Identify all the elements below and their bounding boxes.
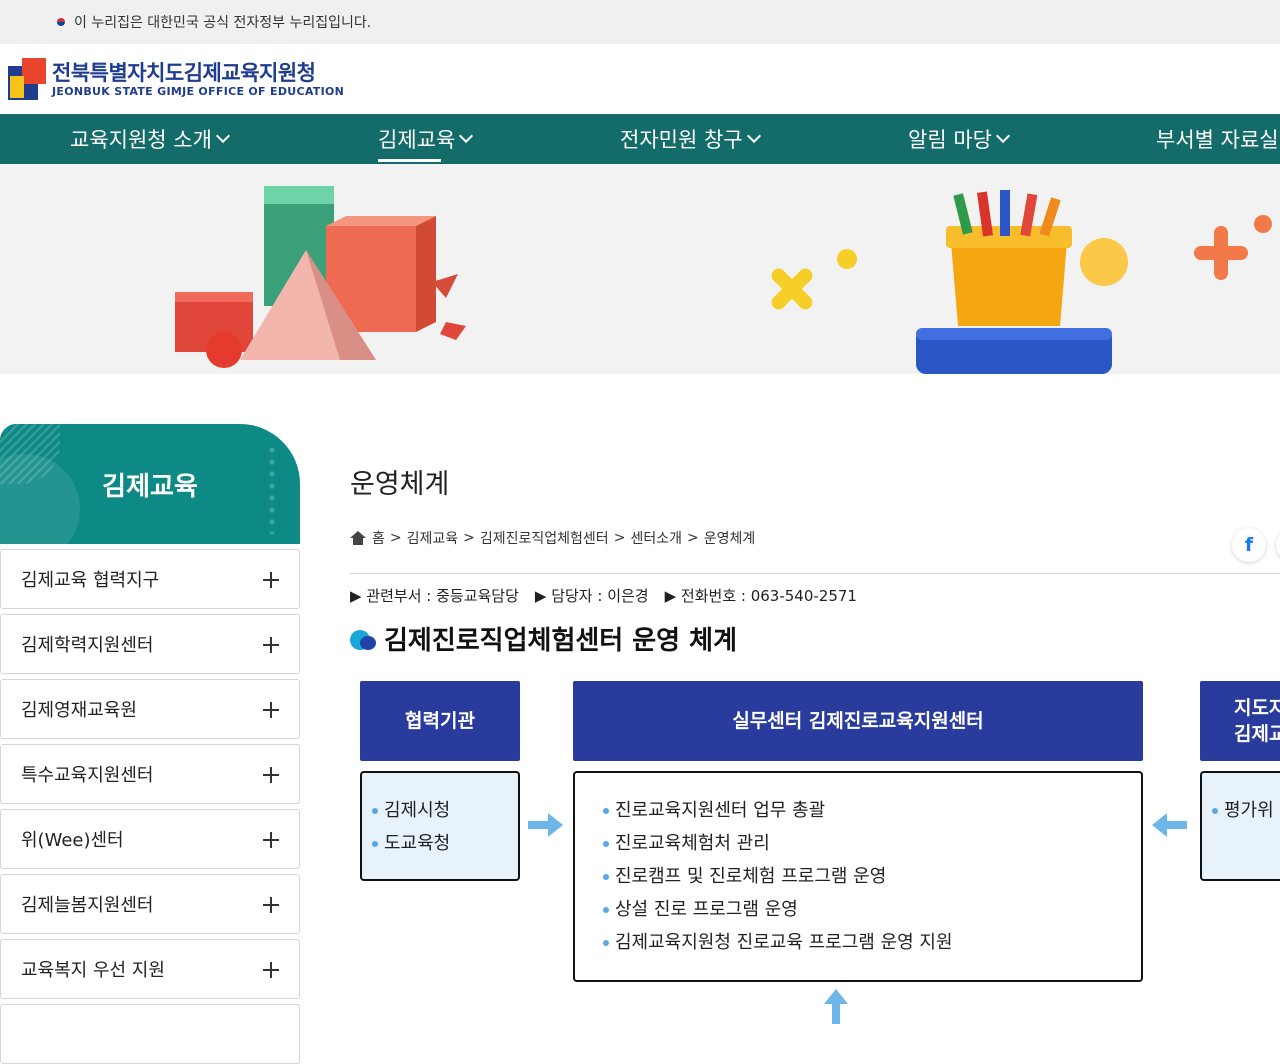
org-right-title-line2: 김제교 [1234, 723, 1280, 745]
org-left-item: 도교육청 [362, 827, 518, 860]
hero-illustration [175, 186, 1272, 374]
sidebar-item-special-education[interactable]: 특수교육지원센터 [0, 744, 300, 804]
org-center-item: 상설 진로 프로그램 운영 [593, 893, 1141, 926]
divider [350, 573, 1280, 574]
org-left-header: 협력기관 [360, 681, 520, 761]
gnb-item-civil-service[interactable]: 전자민원 창구 [620, 114, 761, 164]
hero-banner [0, 164, 1280, 374]
gnb-item-about[interactable]: 교육지원청 소개 [70, 114, 230, 164]
plus-icon[interactable] [263, 897, 279, 913]
facebook-icon: f [1244, 534, 1254, 556]
sidebar-title: 김제교육 [102, 471, 198, 502]
plus-icon[interactable] [263, 637, 279, 653]
org-right-title-line1: 지도자 [1234, 697, 1280, 719]
sidebar-item-label: 김제영재교육원 [21, 700, 137, 721]
meta-person: ▶ 담당자 : 이은경 [534, 587, 649, 605]
arrow-left-icon [1152, 813, 1187, 837]
gnb-label: 교육지원청 소개 [70, 128, 212, 152]
breadcrumb-item[interactable]: 센터소개 [630, 528, 682, 548]
arrow-up-icon [824, 989, 848, 1024]
org-center-header: 실무센터 김제진로교육지원센터 [573, 681, 1143, 761]
breadcrumb-separator: > [613, 530, 626, 546]
org-center-box: 진로교육지원센터 업무 총괄 진로교육체험처 관리 진로캠프 및 진로체험 프로… [573, 771, 1143, 982]
plus-icon[interactable] [263, 832, 279, 848]
site-logo[interactable]: 전북특별자치도김제교육지원청 JEONBUK STATE GIMJE OFFIC… [8, 58, 344, 100]
org-left-title: 협력기관 [405, 710, 475, 732]
arrow-right-icon [528, 813, 563, 837]
org-right-box: 평가위 [1200, 771, 1280, 881]
logo-emblem-icon [8, 58, 46, 100]
org-center-item: 진로교육체험처 관리 [593, 827, 1141, 860]
breadcrumb-item[interactable]: 김제진로직업체험센터 [480, 528, 609, 548]
gnb-label: 알림 마당 [908, 128, 992, 152]
gov-banner: 이 누리집은 대한민국 공식 전자정부 누리집입니다. [0, 0, 1280, 44]
site-header: 전북특별자치도김제교육지원청 JEONBUK STATE GIMJE OFFIC… [0, 44, 1280, 114]
meta-dept: ▶ 관련부서 : 중등교육담당 [350, 587, 519, 605]
section-title-text: 김제진로직업체험센터 운영 체계 [384, 626, 737, 656]
sidebar-item-label: 김제교육 협력지구 [21, 570, 160, 591]
gnb-label: 김제교육 [378, 128, 456, 152]
breadcrumb-separator: > [389, 530, 402, 546]
org-left-item: 김제시청 [362, 794, 518, 827]
gov-banner-text: 이 누리집은 대한민국 공식 전자정부 누리집입니다. [74, 15, 372, 31]
page-title: 운영체계 [350, 469, 450, 500]
plus-icon[interactable] [263, 962, 279, 978]
sidebar-item-welfare-support[interactable]: 교육복지 우선 지원 [0, 939, 300, 999]
breadcrumb-separator: > [463, 530, 475, 546]
gnb-label: 부서별 자료실 [1156, 128, 1279, 152]
plus-icon[interactable] [263, 702, 279, 718]
org-left-box: 김제시청 도교육청 [360, 771, 520, 881]
sidebar-item-label: 김제학력지원센터 [21, 635, 154, 656]
section-title: 김제진로직업체험센터 운영 체계 [350, 620, 737, 657]
sidebar-item-label: 김제늘봄지원센터 [21, 895, 154, 916]
breadcrumb-item[interactable]: 홈 [372, 528, 385, 548]
logo-name-ko: 전북특별자치도김제교육지원청 [52, 60, 316, 85]
org-right-header: 지도자 김제교 [1200, 681, 1280, 761]
sidebar-header: 김제교육 [0, 424, 300, 544]
org-right-item: 평가위 [1202, 794, 1280, 827]
sidebar-item-label: 교육복지 우선 지원 [21, 960, 165, 981]
gnb-label: 전자민원 창구 [620, 128, 743, 152]
chevron-down-icon [995, 128, 1011, 144]
gnb-item-dept-archive[interactable]: 부서별 자료실 [1156, 114, 1279, 164]
home-icon[interactable] [350, 531, 366, 545]
breadcrumb: 홈 > 김제교육 > 김제진로직업체험센터 > 센터소개 > 운영체계 [350, 528, 760, 548]
breadcrumb-separator: > [686, 530, 699, 546]
facebook-share-button[interactable]: f [1232, 528, 1266, 562]
section-bullet-icon [350, 628, 376, 650]
share-button[interactable] [1276, 528, 1280, 562]
main-navigation: 교육지원청 소개 김제교육 전자민원 창구 알림 마당 부서별 자료실 [0, 114, 1280, 164]
gnb-item-notice[interactable]: 알림 마당 [908, 114, 1011, 164]
korea-flag-icon [52, 16, 70, 28]
meta-phone: ▶ 전화번호 : 063-540-2571 [664, 587, 857, 605]
breadcrumb-item[interactable]: 김제교육 [407, 528, 459, 548]
sidebar-item-cooperation-district[interactable]: 김제교육 협력지구 [0, 549, 300, 609]
chevron-down-icon [215, 128, 230, 144]
sidebar-item-academic-center[interactable]: 김제학력지원센터 [0, 614, 300, 674]
sidebar-item-gifted-education[interactable]: 김제영재교육원 [0, 679, 300, 739]
chevron-down-icon [459, 128, 474, 144]
plus-icon[interactable] [263, 767, 279, 783]
org-center-item: 김제교육지원청 진로교육 프로그램 운영 지원 [593, 926, 1141, 959]
page-meta: ▶ 관련부서 : 중등교육담당 ▶ 담당자 : 이은경 ▶ 전화번호 : 063… [350, 585, 873, 606]
sidebar-item-label: 특수교육지원센터 [21, 765, 154, 786]
org-center-item: 진로교육지원센터 업무 총괄 [593, 794, 1141, 827]
sidebar-item-wee-center[interactable]: 위(Wee)센터 [0, 809, 300, 869]
org-center-item: 진로캠프 및 진로체험 프로그램 운영 [593, 860, 1141, 893]
org-center-title: 실무센터 김제진로교육지원센터 [732, 710, 984, 732]
sidebar-item-next[interactable] [0, 1004, 300, 1064]
plus-icon[interactable] [263, 572, 279, 588]
sidebar-item-neulbom-center[interactable]: 김제늘봄지원센터 [0, 874, 300, 934]
breadcrumb-item-current: 운영체계 [703, 531, 756, 547]
logo-name-en: JEONBUK STATE GIMJE OFFICE OF EDUCATION [52, 84, 345, 98]
chevron-down-icon [746, 128, 761, 144]
gnb-item-gimje-education[interactable]: 김제교육 [378, 114, 474, 164]
sidebar-item-label: 위(Wee)센터 [21, 830, 124, 851]
